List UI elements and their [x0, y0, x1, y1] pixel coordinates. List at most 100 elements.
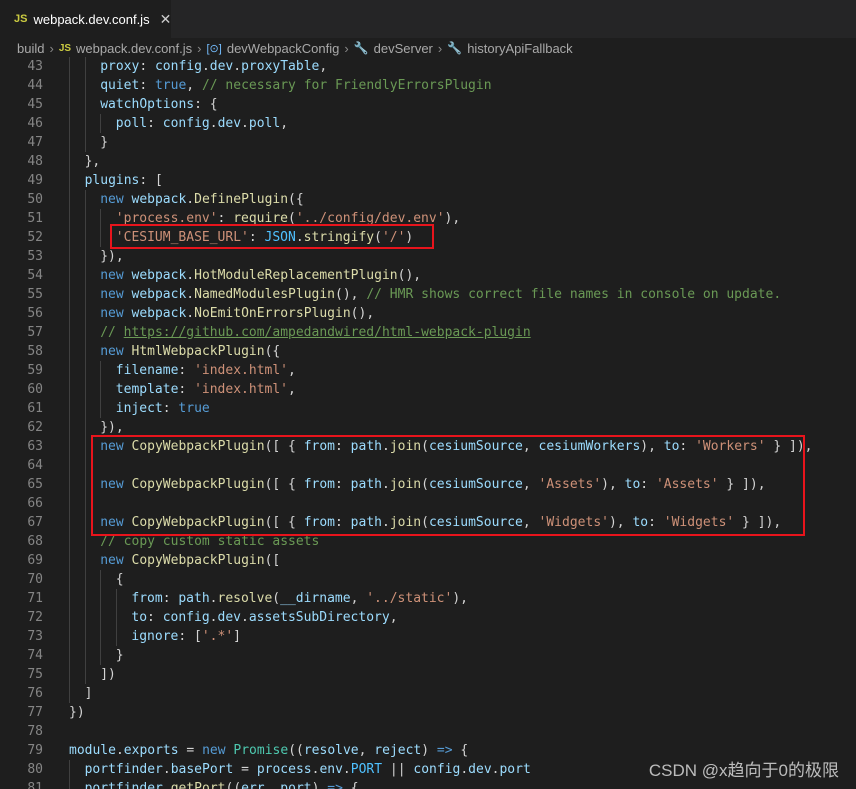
line-number: 80	[27, 762, 43, 777]
code-token: ]	[84, 686, 93, 701]
code-token: HtmlWebpackPlugin	[131, 344, 265, 359]
indent-guide	[84, 399, 86, 418]
code-token: dev	[468, 762, 492, 777]
indent-guide	[84, 437, 86, 456]
code-token: basePort	[170, 762, 234, 777]
line-number: 53	[27, 249, 43, 264]
indent-guide	[69, 665, 70, 684]
indent-guide	[69, 95, 70, 114]
code-token: :	[147, 116, 163, 131]
chevron-right-icon: ›	[49, 40, 54, 56]
code-token: new	[100, 344, 132, 359]
close-icon[interactable]: ✕	[160, 11, 172, 28]
indent-guide	[84, 342, 86, 361]
code-token: NamedModulesPlugin	[194, 287, 336, 302]
breadcrumb-item-devserver[interactable]: devServer	[374, 41, 433, 56]
code-token: {	[115, 572, 124, 587]
code-line: 45 watchOptions: {	[0, 95, 856, 114]
code-token: .	[201, 59, 210, 74]
line-number: 67	[27, 515, 43, 530]
code-token: config	[162, 610, 210, 625]
code-token: (),	[397, 268, 422, 283]
code-token: to	[131, 610, 148, 625]
code-token: Promise	[233, 743, 289, 758]
code-line: 70 {	[0, 570, 856, 589]
indent-guide	[100, 646, 102, 665]
code-token: '../static'	[366, 591, 453, 606]
code-token: ||	[382, 762, 414, 777]
indent-guide	[69, 361, 70, 380]
line-number: 56	[27, 306, 43, 321]
line-number: 54	[27, 268, 43, 283]
breadcrumb-item-historyapifallback[interactable]: historyApiFallback	[467, 41, 573, 56]
line-number: 71	[27, 591, 43, 606]
code-token: .	[162, 762, 171, 777]
line-number: 66	[27, 496, 43, 511]
code-token: ,	[264, 781, 281, 789]
code-text: poll: config.dev.poll,	[116, 114, 288, 133]
indent-guide	[84, 266, 86, 285]
line-number: 58	[27, 344, 43, 359]
code-editor[interactable]: 43 proxy: config.dev.proxyTable, 44 quiet: …	[0, 57, 856, 789]
indent-guide	[69, 190, 70, 209]
indent-guide	[69, 779, 70, 789]
code-line: 44 quiet: true, // necessary for Friendly…	[0, 76, 856, 95]
code-token: .	[342, 762, 351, 777]
line-number: 59	[27, 363, 43, 378]
code-token: dev	[209, 59, 234, 74]
code-line: 43 proxy: config.dev.proxyTable,	[0, 57, 856, 76]
indent-guide	[69, 114, 70, 133]
editor-tab[interactable]: JS webpack.dev.conf.js ✕	[0, 0, 171, 38]
code-text: portfinder.basePort = process.env.PORT |…	[85, 760, 531, 779]
indent-guide	[84, 304, 86, 323]
code-token: CopyWebpackPlugin	[131, 553, 265, 568]
line-number: 75	[27, 667, 43, 682]
code-token: .	[209, 116, 218, 131]
code-token: {	[452, 743, 469, 758]
code-token: quiet	[100, 78, 140, 93]
indent-guide	[69, 285, 70, 304]
indent-guide	[84, 57, 86, 76]
indent-guide	[69, 589, 70, 608]
code-token: ,	[350, 591, 367, 606]
code-token: =>	[436, 743, 453, 758]
code-token: new	[100, 192, 132, 207]
code-token: PORT	[350, 762, 383, 777]
code-token: ((	[288, 743, 304, 758]
indent-guide	[84, 456, 86, 475]
indent-guide	[84, 589, 86, 608]
code-token: :	[147, 610, 163, 625]
code-token: ,	[319, 59, 328, 74]
code-token: ,	[389, 610, 398, 625]
indent-guide	[69, 323, 70, 342]
code-token: ,	[186, 78, 202, 93]
code-line: 53}),	[0, 247, 856, 266]
indent-guide	[84, 95, 86, 114]
code-token: '.*'	[201, 629, 234, 644]
breadcrumb-item-devwebpackconfig[interactable]: devWebpackConfig	[227, 41, 340, 56]
line-number: 61	[27, 401, 43, 416]
code-token: : {	[194, 97, 218, 112]
line-number: 70	[27, 572, 43, 587]
indent-guide	[69, 133, 70, 152]
breadcrumb-item-file[interactable]: webpack.dev.conf.js	[76, 41, 192, 56]
code-token: // copy custom static assets	[100, 534, 320, 549]
code-token: .	[115, 743, 124, 758]
line-number: 52	[27, 230, 43, 245]
indent-guide	[69, 57, 70, 76]
indent-guide	[69, 247, 70, 266]
code-token: ,	[288, 382, 296, 397]
code-text: template: 'index.html',	[116, 380, 296, 399]
indent-guide	[84, 475, 86, 494]
chevron-right-icon: ›	[437, 40, 443, 56]
code-token: NoEmitOnErrorsPlugin	[194, 306, 351, 321]
indent-guide	[84, 285, 86, 304]
code-token: ,	[358, 743, 375, 758]
code-line: 73 ignore: ['.*']	[0, 627, 856, 646]
breadcrumb-item-build[interactable]: build	[17, 41, 44, 56]
indent-guide	[115, 608, 117, 627]
code-token: ),	[444, 211, 461, 226]
code-text: }	[116, 646, 124, 665]
code-token: resolve	[217, 591, 273, 606]
indent-guide	[100, 589, 102, 608]
